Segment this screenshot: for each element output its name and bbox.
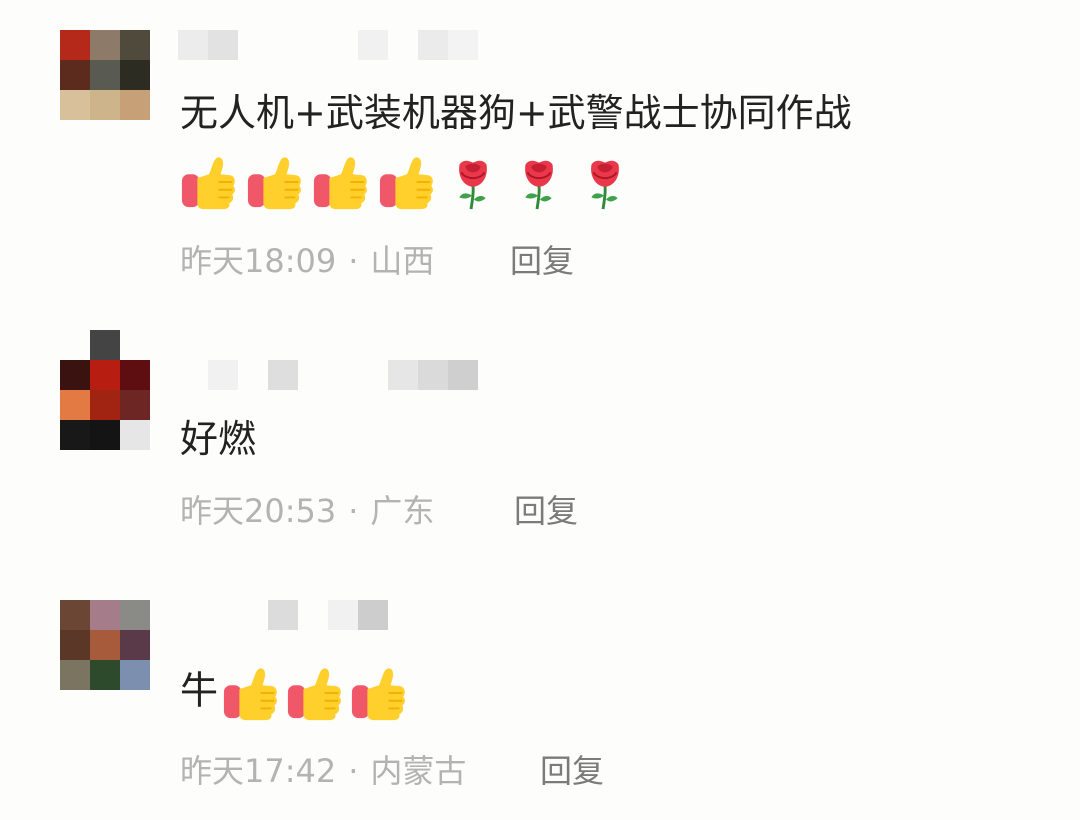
comment-location: 内蒙古 bbox=[370, 752, 467, 790]
thumbs-up-icon bbox=[286, 664, 344, 722]
reply-button[interactable]: 回复 bbox=[510, 236, 574, 282]
comment-time: 昨天18:09 bbox=[180, 242, 337, 280]
separator: · bbox=[348, 242, 359, 280]
comment-text-content: 牛 bbox=[180, 668, 219, 713]
comment-item: 无人机+武装机器狗+武警战士协同作战 昨天18:09 · 山西 回复 bbox=[0, 0, 1080, 300]
thumbs-up-icon bbox=[246, 153, 304, 211]
comment-item: 好燃 昨天20:53 · 广东 回复 bbox=[0, 320, 1080, 560]
username-blurred[interactable] bbox=[268, 600, 388, 630]
comment-meta: 昨天20:53 · 广东 bbox=[180, 486, 434, 532]
thumbs-up-icon bbox=[180, 153, 238, 211]
comment-location: 广东 bbox=[370, 492, 435, 530]
emoji-row bbox=[180, 152, 634, 212]
avatar[interactable] bbox=[60, 30, 150, 120]
avatar[interactable] bbox=[60, 600, 150, 690]
comment-item: 牛 昨天17:42 · 内蒙古 回复 bbox=[0, 580, 1080, 820]
thumbs-up-icon bbox=[312, 153, 370, 211]
comment-meta: 昨天17:42 · 内蒙古 bbox=[180, 746, 466, 792]
separator: · bbox=[348, 492, 359, 530]
reply-button[interactable]: 回复 bbox=[540, 746, 604, 792]
avatar[interactable] bbox=[60, 360, 150, 450]
rose-icon bbox=[576, 153, 634, 211]
reply-button[interactable]: 回复 bbox=[514, 486, 578, 532]
rose-icon bbox=[510, 153, 568, 211]
thumbs-up-icon bbox=[222, 664, 280, 722]
comment-text: 无人机+武装机器狗+武警战士协同作战 bbox=[180, 91, 852, 135]
comment-time: 昨天17:42 bbox=[180, 752, 337, 790]
avatar-top-pixel bbox=[90, 330, 120, 360]
thumbs-up-icon bbox=[350, 664, 408, 722]
emoji-row bbox=[222, 664, 408, 722]
comment-meta: 昨天18:09 · 山西 bbox=[180, 236, 434, 282]
thumbs-up-icon bbox=[378, 153, 436, 211]
comment-text: 牛 bbox=[180, 664, 408, 722]
rose-icon bbox=[444, 153, 502, 211]
comment-location: 山西 bbox=[370, 242, 435, 280]
comment-time: 昨天20:53 bbox=[180, 492, 337, 530]
separator: · bbox=[348, 752, 359, 790]
username-blurred[interactable] bbox=[208, 360, 478, 390]
comment-text: 好燃 bbox=[180, 417, 257, 461]
username-blurred[interactable] bbox=[178, 30, 478, 60]
